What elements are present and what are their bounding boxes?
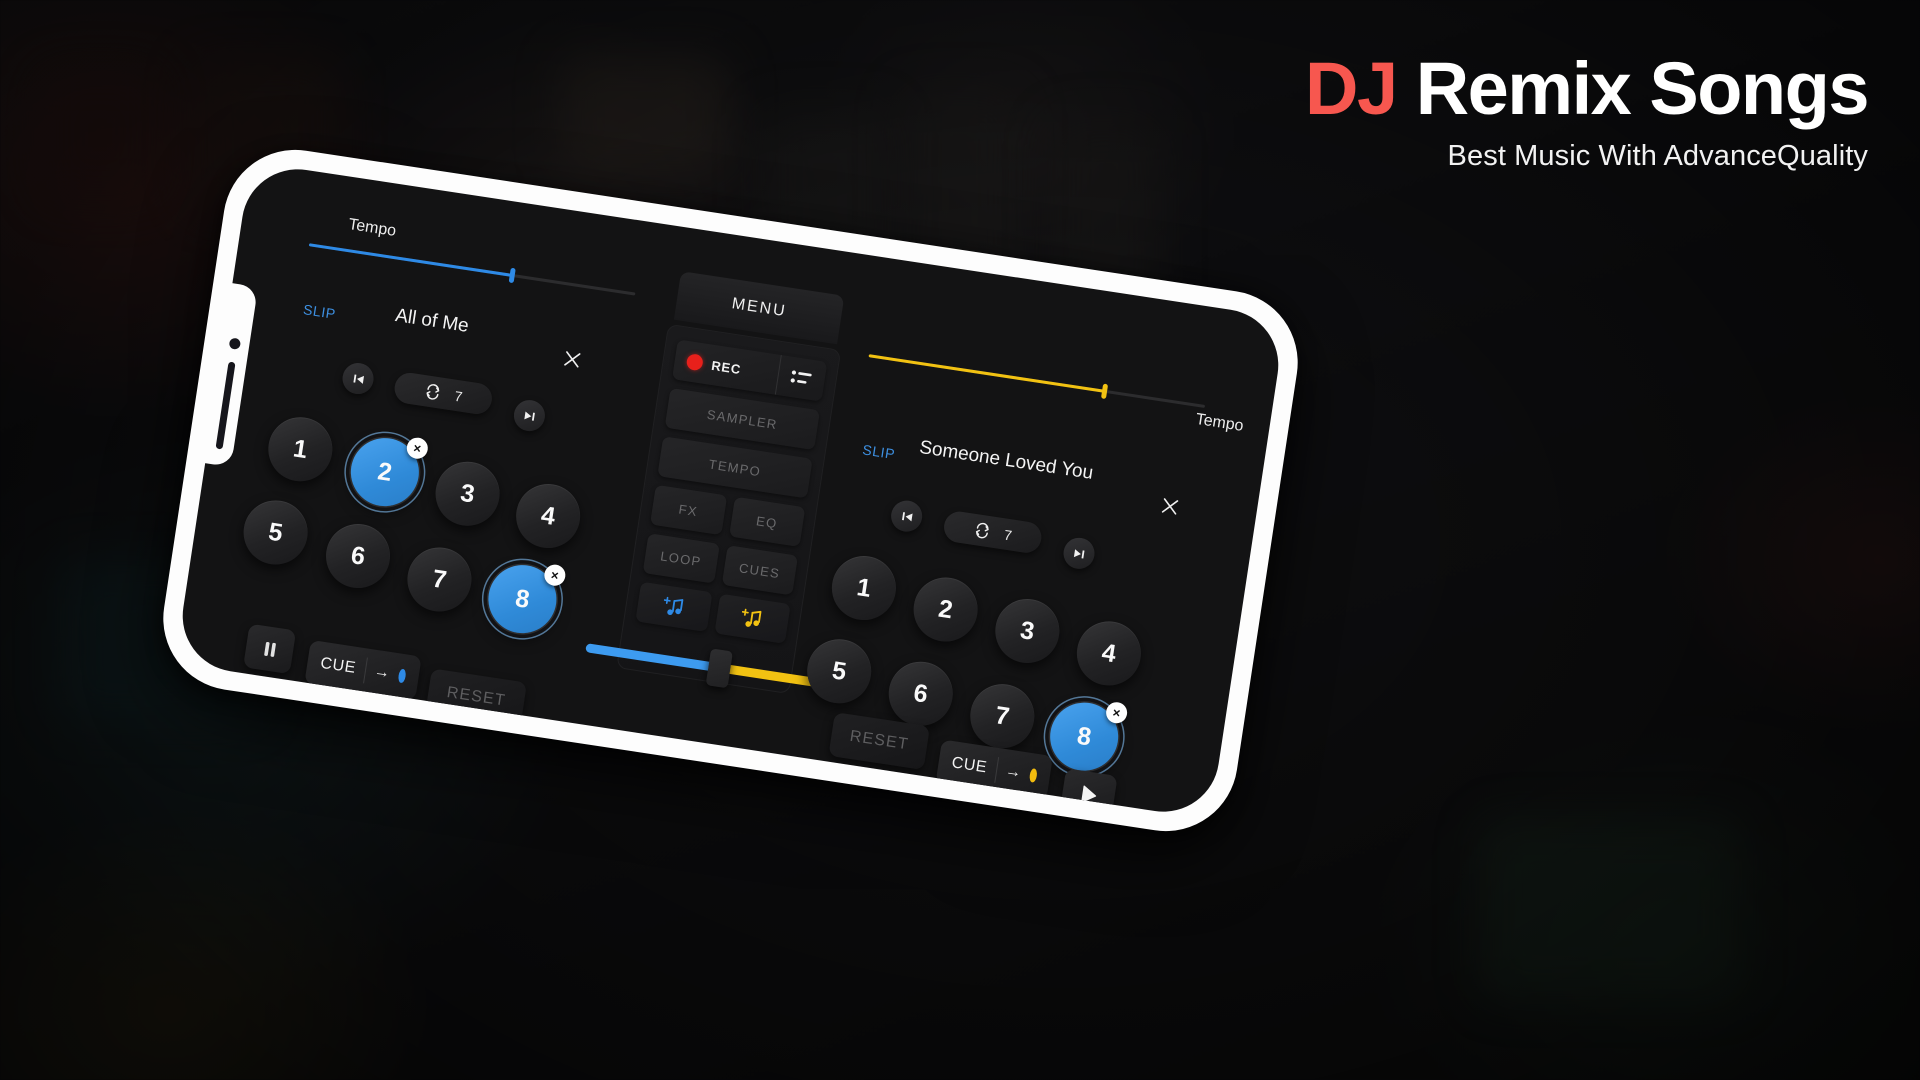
menu-tab-label: MENU [730, 294, 788, 320]
pause-icon [263, 641, 276, 657]
pad-label: 2 [936, 594, 955, 624]
fx-button[interactable]: FX [650, 484, 727, 536]
rec-label: REC [710, 357, 743, 377]
pad-label: 3 [458, 478, 477, 509]
deck-b-pad-5[interactable]: 5 [802, 634, 876, 708]
pad-label: 4 [1099, 638, 1118, 668]
pad-label: 7 [993, 700, 1012, 731]
deck-a-pad-7[interactable]: 7 [402, 543, 476, 616]
cues-button[interactable]: CUES [721, 545, 798, 596]
deck-a-cue-label: CUE [319, 654, 358, 677]
promo-title: DJ Remix Songs [1305, 52, 1869, 126]
deck-a-pad-2[interactable]: 2 × [346, 433, 430, 511]
deck-b-pad-8[interactable]: 8 × [1045, 697, 1129, 776]
pad-label: 6 [349, 540, 368, 571]
front-camera-icon [228, 337, 242, 350]
record-dot-icon [685, 353, 704, 372]
loop-button[interactable]: LOOP [642, 533, 720, 584]
deck-a-pad-2-clear-icon[interactable]: × [405, 436, 430, 461]
deck-b-pad-2[interactable]: 2 [909, 573, 983, 646]
deck-b-pad-4[interactable]: 4 [1072, 616, 1146, 690]
deck-b-pad-7[interactable]: 7 [965, 679, 1039, 753]
deck-b-pad-6[interactable]: 6 [884, 657, 958, 731]
deck-a-pad-6[interactable]: 6 [321, 519, 395, 593]
pad-label: 8 [1075, 721, 1094, 752]
load-track-deck-b-button[interactable] [713, 593, 791, 644]
deck-b-pad-1[interactable]: 1 [827, 551, 901, 625]
eq-button[interactable]: EQ [728, 496, 806, 547]
cue-divider [993, 756, 999, 783]
deck-b-pad-3[interactable]: 3 [990, 594, 1064, 668]
sampler-label: SAMPLER [705, 406, 779, 432]
pad-label: 5 [266, 517, 285, 547]
arrow-right-icon: → [1004, 762, 1023, 782]
pad-label: 3 [1018, 615, 1037, 646]
deck-a-pad-4[interactable]: 4 [511, 479, 585, 553]
pad-label: 2 [375, 456, 394, 487]
pad-label: 6 [911, 678, 930, 709]
pad-label: 4 [539, 500, 558, 531]
deck-b-cue-label: CUE [950, 754, 989, 777]
promo-title-block: DJ Remix Songs Best Music With AdvanceQu… [1305, 52, 1869, 173]
deck-a-pad-5[interactable]: 5 [239, 496, 313, 569]
promo-title-accent: DJ [1305, 47, 1398, 130]
deck-a: Tempo SLIP All of Me 7 1 2 × 3 4 5 6 7 8… [175, 162, 681, 728]
tempo-label: TEMPO [707, 456, 763, 479]
pad-label: 1 [291, 433, 310, 464]
pad-label: 7 [430, 564, 449, 594]
deck-a-pad-1[interactable]: 1 [263, 412, 337, 486]
deck-a-pad-8-clear-icon[interactable]: × [542, 563, 567, 588]
playlist-icon [790, 370, 812, 384]
deck-a-pad-3[interactable]: 3 [431, 457, 504, 531]
deck-a-cue-indicator[interactable] [397, 668, 407, 684]
promo-title-rest: Remix Songs [1396, 47, 1870, 130]
fx-label: FX [677, 501, 699, 519]
arrow-right-icon: → [372, 662, 392, 683]
pad-label: 5 [830, 655, 849, 686]
recordings-list-button[interactable] [778, 367, 826, 390]
earpiece-speaker [215, 361, 236, 450]
cues-label: CUES [738, 559, 782, 581]
add-music-note-yellow-icon [742, 608, 762, 627]
deck-b: Tempo SLIP Someone Loved You 7 1 2 3 4 5… [780, 253, 1286, 820]
pad-label: 8 [513, 583, 532, 614]
deck-b-cue-indicator[interactable] [1028, 768, 1038, 783]
cue-divider [362, 657, 368, 684]
load-track-deck-a-button[interactable] [635, 581, 713, 632]
rec-button-main[interactable]: REC [672, 339, 781, 394]
eq-label: EQ [755, 512, 779, 531]
add-music-note-blue-icon [663, 596, 684, 616]
deck-b-pad-8-clear-icon[interactable]: × [1104, 700, 1129, 725]
deck-a-pad-8[interactable]: 8 × [483, 560, 567, 638]
promo-subtitle: Best Music With AdvanceQuality [1447, 140, 1868, 172]
screenshot-root: DJ Remix Songs Best Music With AdvanceQu… [0, 0, 1920, 1080]
deck-a-playpause-button[interactable] [243, 623, 297, 675]
loop-label: LOOP [659, 547, 703, 569]
deck-b-reset-label: RESET [848, 727, 910, 754]
pad-label: 1 [855, 572, 873, 603]
